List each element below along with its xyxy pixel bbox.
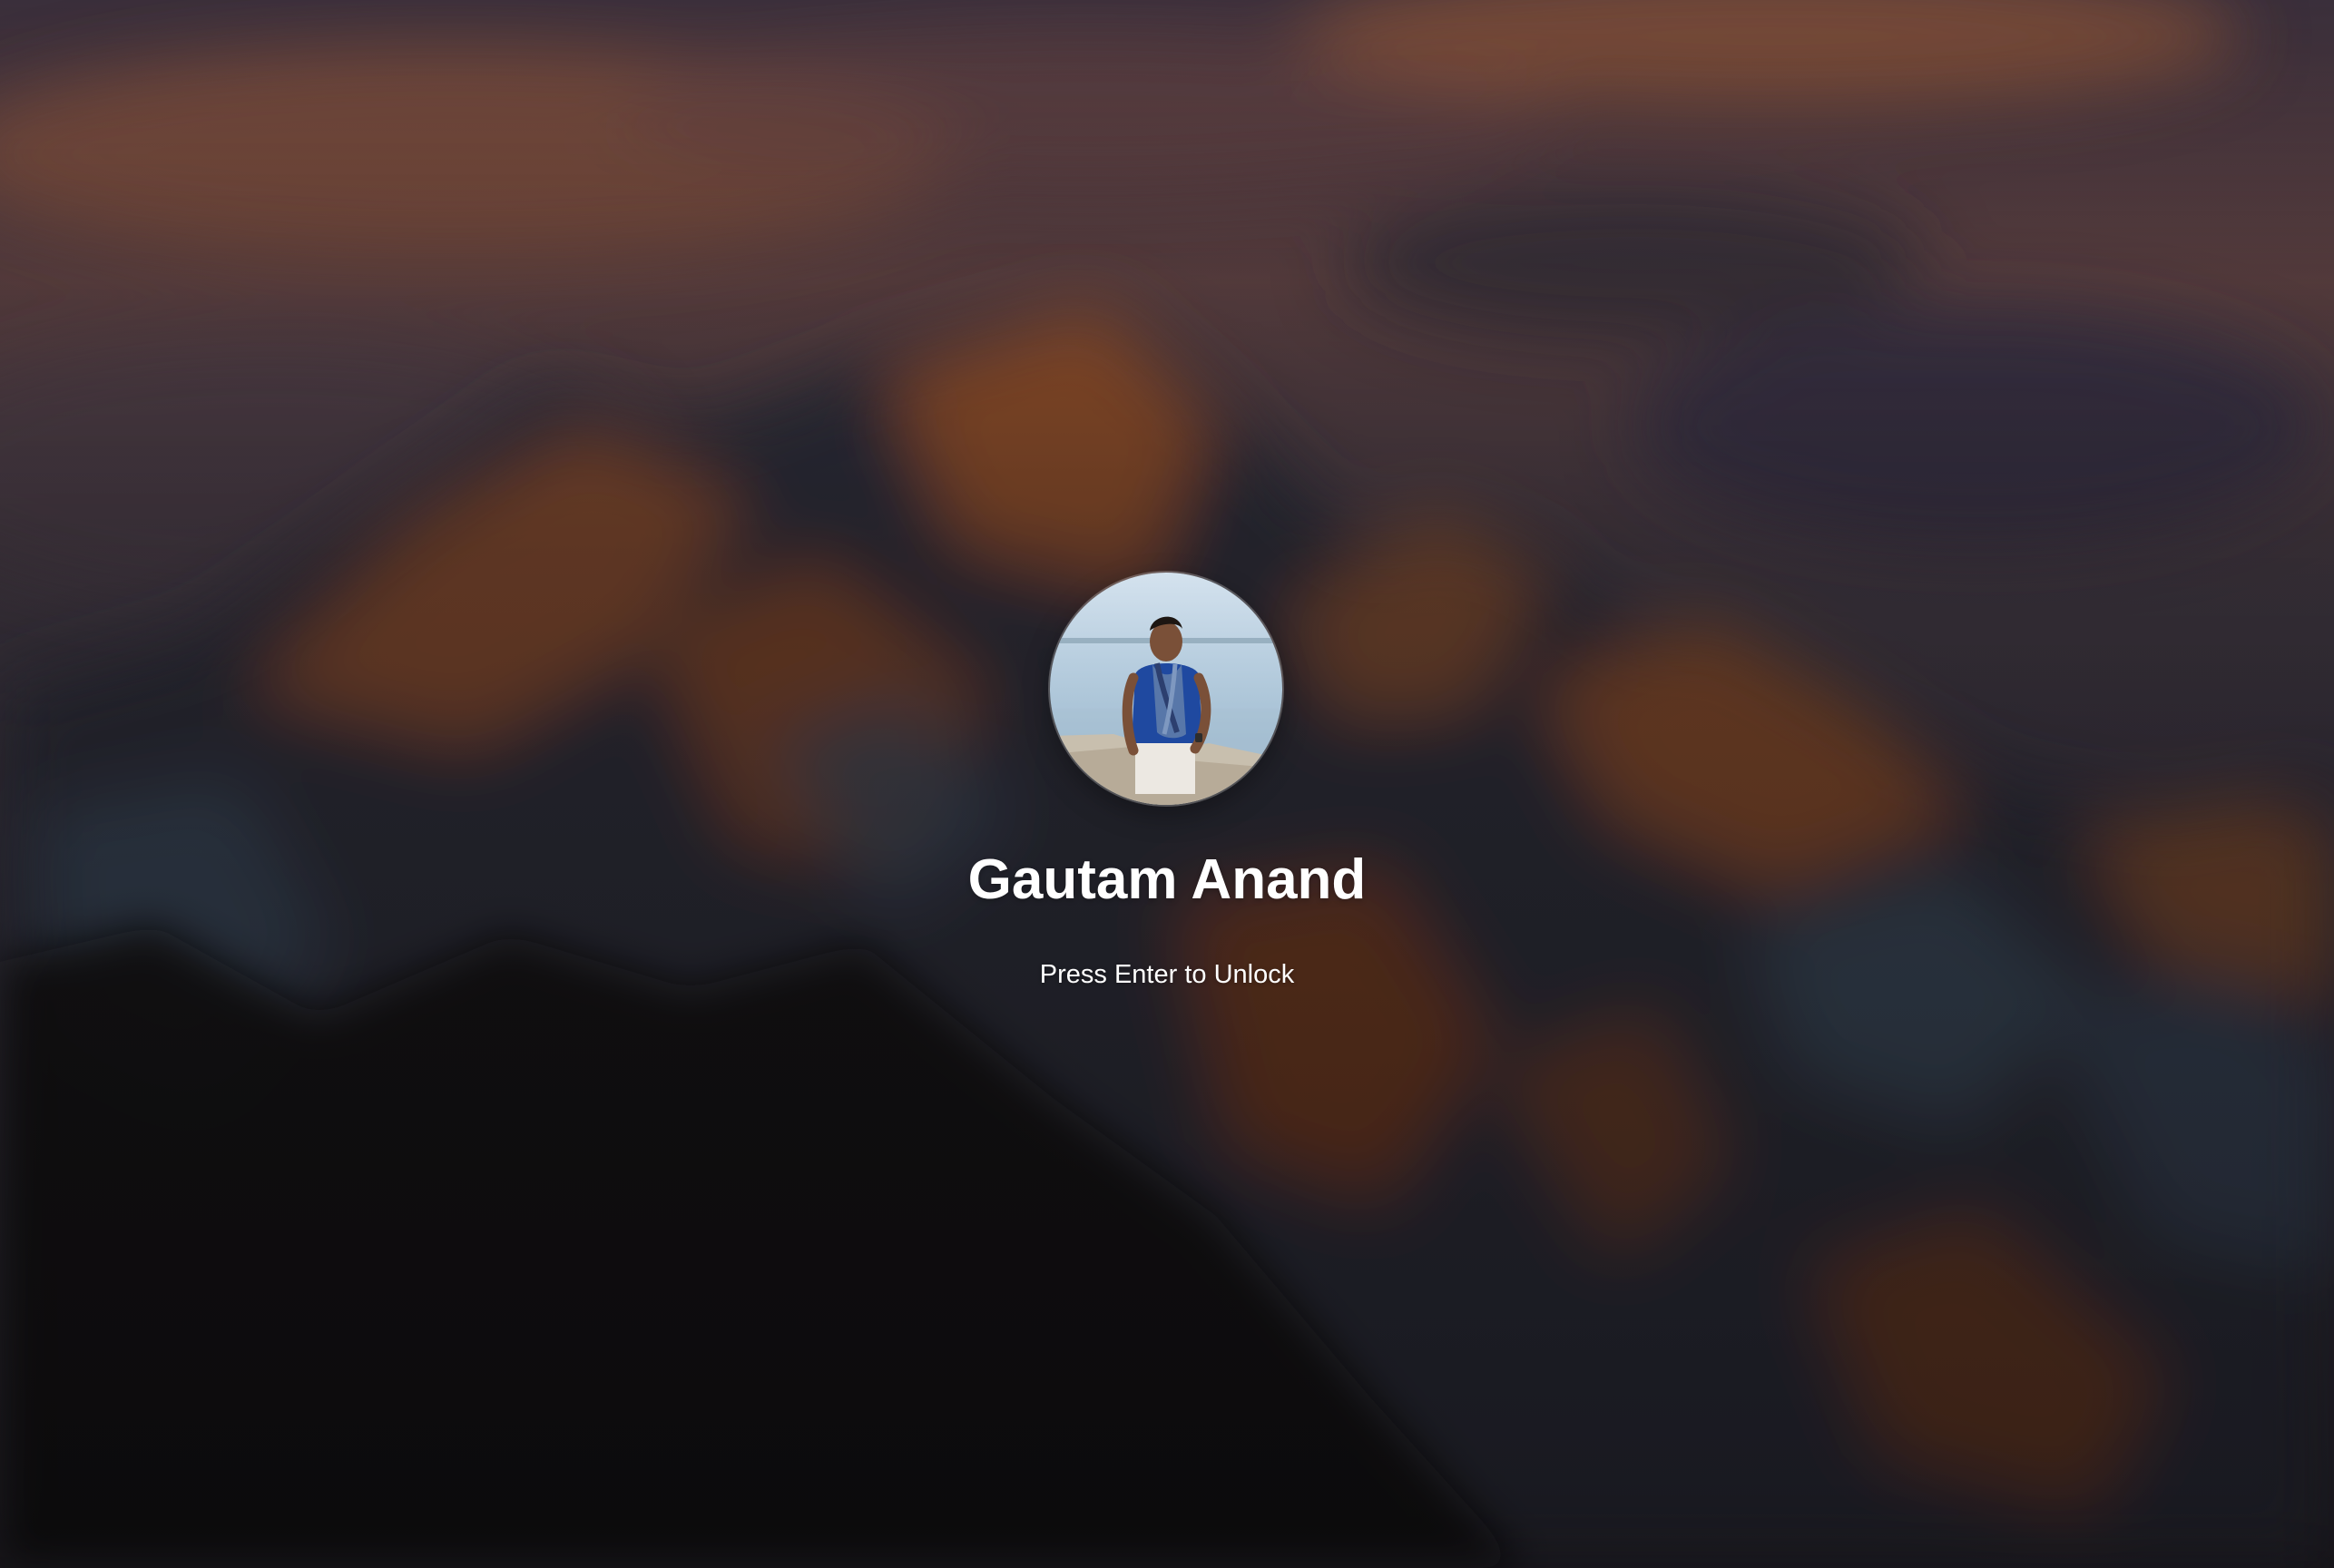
lock-panel: Gautam Anand Press Enter to Unlock <box>0 0 2334 1568</box>
user-name: Gautam Anand <box>967 848 1367 911</box>
lock-screen: Gautam Anand Press Enter to Unlock <box>0 0 2334 1568</box>
unlock-hint: Press Enter to Unlock <box>1039 960 1295 989</box>
user-avatar[interactable] <box>1050 573 1282 805</box>
user-avatar-icon <box>1050 573 1282 805</box>
